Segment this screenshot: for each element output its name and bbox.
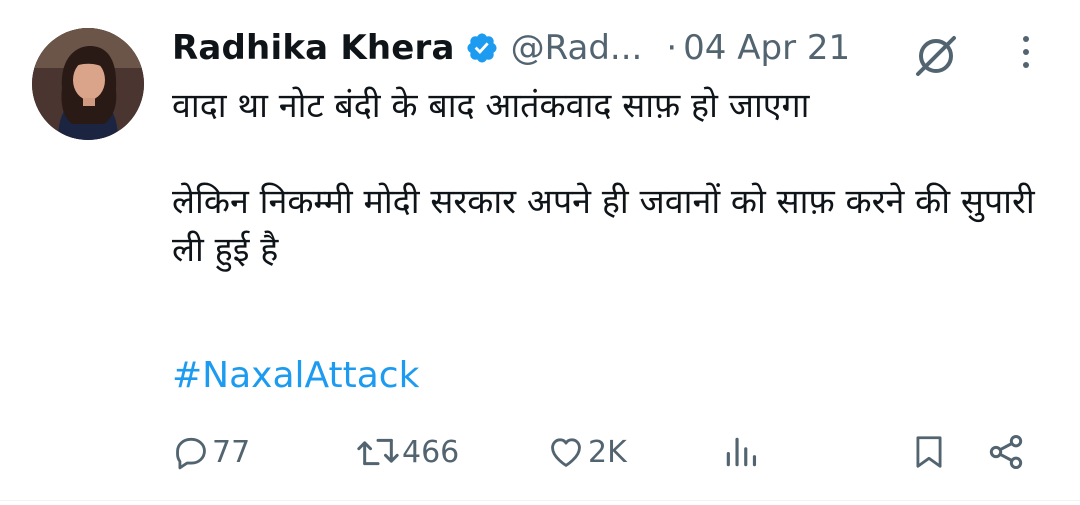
- bookmark-button[interactable]: [910, 428, 948, 476]
- like-button[interactable]: 2K: [546, 428, 627, 476]
- bookmark-icon: [910, 432, 948, 472]
- more-icon[interactable]: [1016, 32, 1036, 72]
- retweet-button[interactable]: 466: [356, 428, 459, 476]
- retweet-icon: [356, 432, 400, 472]
- verified-badge-icon: [465, 31, 499, 65]
- grok-icon[interactable]: [910, 30, 962, 82]
- retweet-count: 466: [402, 434, 460, 470]
- author-handle[interactable]: @Rad...: [511, 28, 643, 68]
- views-icon: [722, 433, 760, 471]
- reply-button[interactable]: 77: [172, 428, 250, 476]
- tweet-text: वादा था नोट बंदी के बाद आतंकवाद साफ़ हो …: [172, 86, 1035, 270]
- share-button[interactable]: [986, 428, 1026, 476]
- divider: [0, 500, 1080, 501]
- like-count: 2K: [588, 434, 627, 470]
- like-icon: [546, 433, 586, 471]
- tweet-date[interactable]: 04 Apr 21: [683, 28, 850, 68]
- separator-dot: ·: [666, 28, 678, 68]
- reply-icon: [172, 433, 210, 471]
- reply-count: 77: [212, 434, 251, 470]
- hashtag-link[interactable]: #NaxalAttack: [172, 352, 419, 400]
- share-icon: [986, 432, 1026, 472]
- avatar[interactable]: [32, 28, 144, 140]
- author-name[interactable]: Radhika Khera: [172, 28, 455, 68]
- views-button[interactable]: [722, 428, 760, 476]
